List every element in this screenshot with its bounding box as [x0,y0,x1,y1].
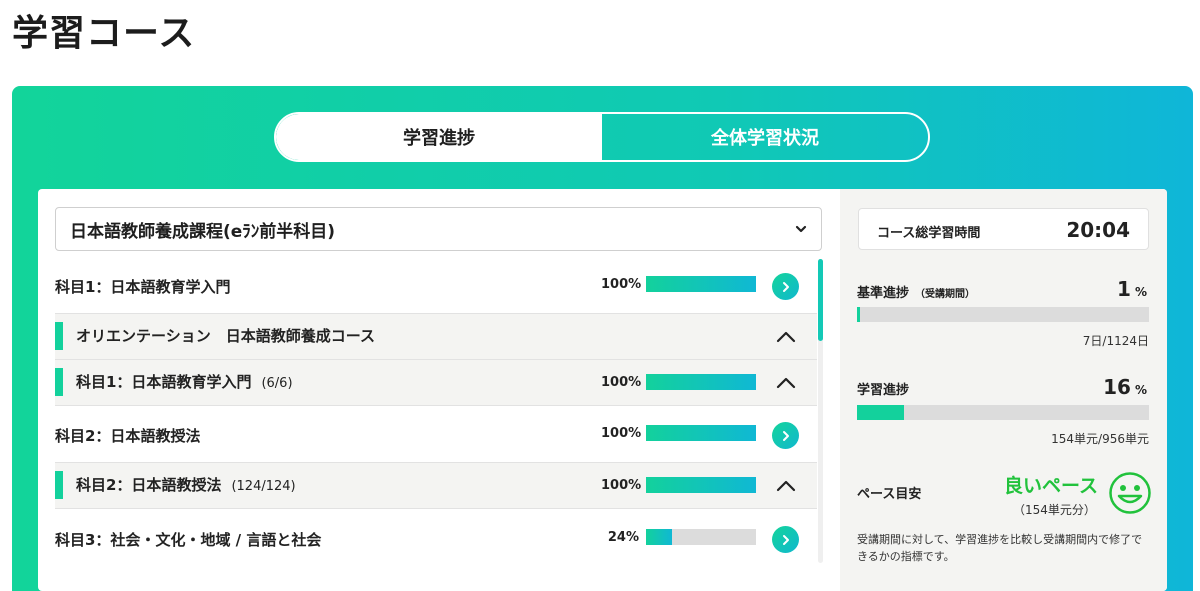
study-progress-label: 学習進捗 [857,383,910,398]
course-list: 科目1：日本語教育学入門 100% オリエンテーション 日本語教師養成コース 科… [55,259,817,591]
study-progress-note: 154単元/956単元 [1051,432,1149,446]
study-progress-number: 16 [1103,375,1131,399]
list-item[interactable]: 科目3：社会・文化・地域 / 言語と社会 24% [55,509,817,569]
standard-progress-title: 基準進捗 [857,286,910,301]
standard-progress-bar [857,307,1149,322]
study-progress-bar [857,405,1149,420]
summary-panel: コース総学習時間 20:04 基準進捗 （受講期間） 1% 7日/1124日 学習… [840,189,1167,591]
row-percent: 100% [601,426,642,441]
row-progress-bar [646,477,756,493]
tab-study-progress[interactable]: 学習進捗 [276,114,602,160]
row-accent [55,368,63,396]
list-item[interactable]: 科目2：日本語教授法 100% [55,406,817,463]
chevron-right-icon [782,534,789,545]
list-item[interactable]: 科目1：日本語教育学入門 100% [55,259,817,314]
study-progress-value: 16% [1103,375,1147,399]
row-label: 科目1：日本語教育学入門 (6/6) [76,371,293,392]
standard-progress-number: 1 [1117,277,1131,301]
pace-label: ペース目安 [857,487,922,502]
content-card: 日本語教師養成課程(eﾗﾝ前半科目) 科目1：日本語教育学入門 100% オリエ… [38,189,1167,591]
chevron-up-icon[interactable] [775,372,797,394]
row-label: オリエンテーション 日本語教師養成コース [76,327,375,345]
course-select-value: 日本語教師養成課程(eﾗﾝ前半科目) [70,221,336,242]
go-button[interactable] [772,526,799,553]
page-title: 学習コース [12,13,196,54]
tab-overall-status[interactable]: 全体学習状況 [602,114,928,160]
row-label: 科目3：社会・文化・地域 / 言語と社会 [55,531,322,549]
list-item[interactable]: 科目1：日本語教育学入門 (6/6) 100% [55,360,817,406]
row-count: (124/124) [231,479,296,494]
row-progress-bar [646,374,756,390]
row-label: 科目2：日本語教授法 [55,427,201,445]
smile-icon [1109,472,1151,514]
row-percent: 100% [601,277,642,292]
go-button[interactable] [772,422,799,449]
row-percent: 100% [601,478,642,493]
chevron-right-icon [782,430,789,441]
row-accent [55,471,63,499]
scrollbar[interactable] [818,259,823,563]
tab-bar: 学習進捗 全体学習状況 [274,112,930,162]
row-progress-bar [646,529,756,545]
row-title: 科目2：日本語教授法 [76,476,222,494]
pace-sub: （154単元分） [1013,503,1096,517]
list-item[interactable]: 科目2：日本語教授法 (124/124) 100% [55,463,817,509]
chevron-down-icon [795,225,807,233]
standard-progress-label: 基準進捗 （受講期間） [857,282,975,301]
course-select[interactable]: 日本語教師養成課程(eﾗﾝ前半科目) [55,207,822,251]
pace-description: 受講期間に対して、学習進捗を比較し受講期間内で修了できるかの指標です。 [857,533,1143,563]
standard-progress-unit: % [1134,285,1147,299]
row-percent: 100% [601,375,642,390]
row-percent: 24% [607,530,639,545]
total-time-label: コース総学習時間 [877,226,981,241]
go-button[interactable] [772,273,799,300]
standard-progress-note: 7日/1124日 [1082,334,1149,348]
total-time-value: 20:04 [1066,218,1130,242]
study-progress-unit: % [1134,383,1147,397]
row-accent [55,322,63,350]
total-time-box: コース総学習時間 20:04 [858,208,1149,250]
row-progress-bar [646,425,756,441]
standard-progress-sublabel: （受講期間） [915,289,976,300]
chevron-up-icon[interactable] [775,475,797,497]
pace-value: 良いペース [1004,475,1099,497]
course-list-panel: 日本語教師養成課程(eﾗﾝ前半科目) 科目1：日本語教育学入門 100% オリエ… [38,189,838,591]
row-label: 科目1：日本語教育学入門 [55,278,231,296]
row-count: (6/6) [261,376,293,391]
standard-progress-value: 1% [1117,277,1147,301]
chevron-up-icon[interactable] [775,326,797,348]
row-label: 科目2：日本語教授法 (124/124) [76,474,296,495]
row-title: 科目1：日本語教育学入門 [76,373,252,391]
chevron-right-icon [782,281,789,292]
list-item[interactable]: オリエンテーション 日本語教師養成コース [55,314,817,360]
row-progress-bar [646,276,756,292]
scrollbar-thumb[interactable] [818,259,823,341]
